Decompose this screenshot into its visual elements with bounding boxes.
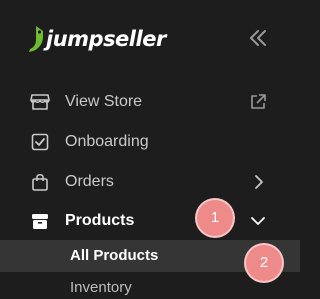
shopping-bag-icon bbox=[32, 173, 48, 191]
nav-label-view-store: View Store bbox=[65, 93, 143, 110]
box-icon bbox=[32, 214, 48, 229]
step-callout-2: 2 bbox=[246, 245, 282, 281]
nav-label-products: Products bbox=[65, 212, 135, 229]
nav-label-orders: Orders bbox=[65, 173, 114, 190]
jumpseller-logo-icon bbox=[29, 26, 43, 52]
checkbox-icon bbox=[31, 133, 49, 151]
submenu-label-all-products: All Products bbox=[70, 247, 159, 264]
chevron-right-icon[interactable] bbox=[250, 173, 268, 191]
nav-item-onboarding[interactable]: Onboarding bbox=[0, 122, 300, 162]
nav-item-products[interactable]: Products bbox=[0, 201, 300, 241]
collapse-sidebar-button[interactable] bbox=[247, 27, 269, 49]
external-link-icon bbox=[251, 94, 266, 109]
store-icon bbox=[30, 94, 50, 110]
submenu-label-inventory: Inventory bbox=[70, 279, 132, 296]
nav-label-onboarding: Onboarding bbox=[65, 133, 149, 150]
step-callout-1: 1 bbox=[197, 200, 233, 236]
brand-name: jumpseller bbox=[46, 27, 166, 51]
double-chevron-left-icon bbox=[250, 30, 266, 46]
brand-logo[interactable]: jumpseller bbox=[27, 23, 166, 55]
sidebar: jumpseller View Store Onboarding Orders … bbox=[0, 0, 300, 299]
nav-item-orders[interactable]: Orders bbox=[0, 162, 300, 202]
chevron-down-icon[interactable] bbox=[249, 212, 267, 230]
nav-item-view-store[interactable]: View Store bbox=[0, 82, 300, 122]
